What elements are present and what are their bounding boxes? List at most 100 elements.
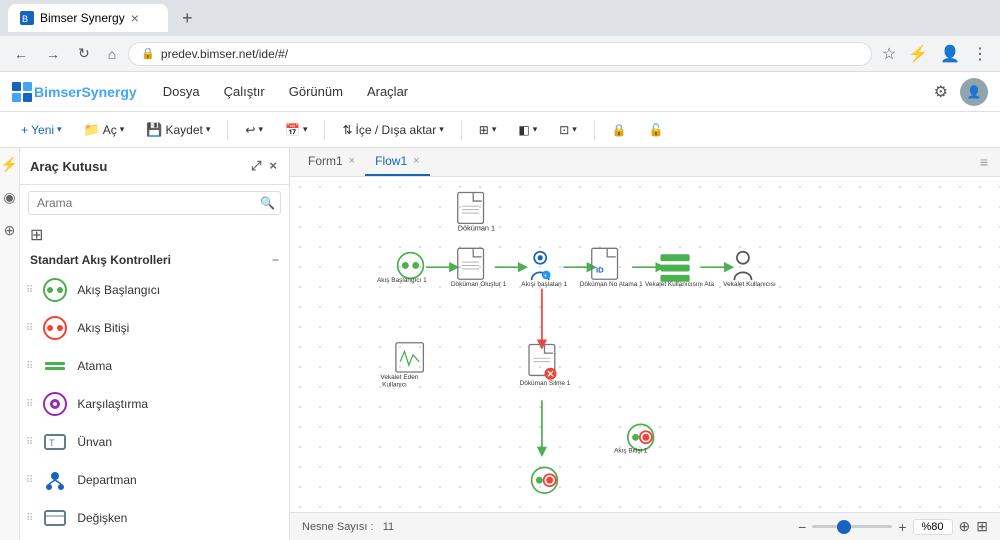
new-tab-btn[interactable]: + (176, 6, 199, 31)
settings-btn[interactable]: ⚙ (930, 78, 952, 106)
tool-panel-header: Araç Kutusu ⤢ × (20, 148, 289, 185)
proxy-assign-node (660, 254, 689, 281)
svg-text:Kullanıcı: Kullanıcı (382, 382, 407, 389)
zoom-slider[interactable] (812, 525, 892, 528)
nav-back-btn[interactable]: ← (8, 42, 34, 66)
schedule-chevron: ▾ (303, 124, 308, 135)
section-toggle[interactable]: ⊞ (20, 221, 289, 249)
menu-dosya[interactable]: Dosya (153, 78, 210, 105)
menu-calistir[interactable]: Çalıştır (214, 78, 275, 105)
open-btn[interactable]: 📁 Aç ▾ (75, 117, 134, 143)
flow-end-1-node (628, 424, 654, 450)
bookmark-btn[interactable]: ☆ (878, 40, 900, 68)
canvas-tabs: Form1 × Flow1 × ≡ (290, 148, 1000, 177)
profile-btn[interactable]: 👤 (936, 40, 964, 68)
proxy-eden-node (396, 343, 423, 372)
tool-item-department[interactable]: ⠿ Departman (20, 461, 289, 499)
address-text: predev.bimser.net/ide/#/ (161, 47, 288, 61)
grid-view-icon: ⊞ (30, 225, 43, 245)
svg-text:Vekalet Eden: Vekalet Eden (380, 374, 418, 381)
zoom-fit-btn[interactable]: ⊕ (959, 518, 971, 535)
side-layer-icon[interactable]: ⊕ (4, 222, 16, 239)
extension-btn[interactable]: ⚡ (904, 40, 932, 68)
tab-form1[interactable]: Form1 × (298, 148, 365, 176)
tool-item-title[interactable]: ⠿ T Ünvan (20, 423, 289, 461)
save-btn[interactable]: 💾 Kaydet ▾ (137, 117, 219, 143)
zoom-input[interactable] (913, 519, 953, 535)
tool-label-flow-start: Akış Başlangıcı (77, 283, 160, 297)
sep4 (594, 120, 595, 140)
more-btn[interactable]: ⋮ (968, 40, 992, 68)
schedule-btn[interactable]: 📅 ▾ (276, 118, 316, 142)
tool-icon-department (41, 466, 69, 494)
tab-form1-label: Form1 (308, 154, 343, 168)
tab-flow1[interactable]: Flow1 × (365, 148, 429, 176)
undo-btn[interactable]: ↩ ▾ (236, 118, 272, 142)
side-nav-icon[interactable]: ◉ (3, 189, 15, 206)
nav-forward-btn[interactable]: → (40, 42, 66, 66)
save-btn-label: Kaydet (166, 123, 203, 137)
main-layout: ⚡ ◉ ⊕ Araç Kutusu ⤢ × 🔍 ⊞ (0, 148, 1000, 540)
menu-gorunum[interactable]: Görünüm (279, 78, 353, 105)
tool-panel-actions: ⤢ × (249, 156, 279, 176)
view-btn[interactable]: ◧ ▾ (509, 118, 546, 142)
zoom-plus-btn[interactable]: + (898, 519, 906, 535)
zoom-grid-btn[interactable]: ⊞ (976, 518, 988, 535)
lock-btn-icon: 🔒 (612, 123, 627, 137)
flow-started-node: + (532, 252, 551, 280)
tool-item-flow-start[interactable]: ⠿ Akış Başlangıcı (20, 271, 289, 309)
proxy-user-node (734, 252, 751, 280)
zoom-minus-btn[interactable]: − (798, 519, 806, 535)
nav-refresh-btn[interactable]: ↻ (72, 41, 96, 66)
search-input[interactable] (28, 191, 281, 215)
menu-araclar[interactable]: Araçlar (357, 78, 418, 105)
browser-chrome: B Bimser Synergy × + (0, 0, 1000, 36)
grid-btn[interactable]: ⊞ ▾ (470, 118, 506, 142)
tool-item-assignment[interactable]: ⠿ Atama (20, 347, 289, 385)
user-avatar[interactable]: 👤 (960, 78, 988, 106)
tool-item-variable[interactable]: ⠿ Değişken (20, 499, 289, 537)
tab-form1-close[interactable]: × (349, 155, 355, 167)
zoom-icons: ⊕ ⊞ (959, 518, 988, 535)
browser-nav: ← → ↻ ⌂ 🔒 predev.bimser.net/ide/#/ ☆ ⚡ 👤… (0, 36, 1000, 72)
svg-text:B: B (22, 14, 28, 24)
collapse-icon[interactable]: − (272, 253, 279, 267)
tool-panel-title: Araç Kutusu (30, 159, 107, 174)
open-btn-label: Aç (103, 123, 117, 137)
new-btn[interactable]: + Yeni ▾ (12, 118, 71, 142)
doc1-node (458, 192, 484, 223)
side-tool-icon[interactable]: ⚡ (1, 156, 18, 173)
tab-flow1-close[interactable]: × (413, 155, 419, 167)
tab-close-btn[interactable]: × (131, 10, 139, 26)
panel-close-icon[interactable]: × (267, 156, 279, 176)
drag-handle: ⠿ (26, 399, 33, 410)
drag-handle: ⠿ (26, 513, 33, 524)
sep2 (324, 120, 325, 140)
panel-expand-icon[interactable]: ⤢ (249, 156, 263, 176)
toolbar: + Yeni ▾ 📁 Aç ▾ 💾 Kaydet ▾ ↩ ▾ 📅 ▾ ⇅ İçe… (0, 112, 1000, 148)
svg-text:Vekalet Kullanıcısını Ata: Vekalet Kullanıcısını Ata (645, 281, 714, 288)
import-export-btn[interactable]: ⇅ İçe / Dışa aktar ▾ (333, 118, 452, 142)
canvas-panel-icon[interactable]: ≡ (980, 154, 992, 170)
tool-icon-flow-start (41, 276, 69, 304)
schedule-icon: 📅 (285, 123, 300, 137)
canvas[interactable]: Döküman 1 Akış Başlangıcı 1 (290, 177, 1000, 512)
svg-text:Döküman 1: Döküman 1 (458, 223, 495, 232)
side-icons: ⚡ ◉ ⊕ (0, 148, 20, 540)
unlock-btn[interactable]: 🔓 (640, 118, 673, 142)
app-header: BimserSynergy Dosya Çalıştır Görünüm Ara… (0, 72, 1000, 112)
section-header[interactable]: Standart Akış Kontrolleri − (20, 249, 289, 271)
import-export-chevron: ▾ (439, 124, 444, 135)
zoom-controls: − + ⊕ ⊞ (798, 518, 988, 535)
lock-btn[interactable]: 🔒 (603, 118, 636, 142)
tool-item-flow-end[interactable]: ⠿ Akış Bitişi (20, 309, 289, 347)
more2-btn[interactable]: ⊡ ▾ (550, 118, 586, 142)
logo-icon (12, 82, 32, 102)
import-export-icon: ⇅ (342, 123, 352, 137)
tool-item-compare[interactable]: ⠿ Karşılaştırma (20, 385, 289, 423)
nav-home-btn[interactable]: ⌂ (102, 42, 122, 66)
browser-tab[interactable]: B Bimser Synergy × (8, 4, 168, 32)
drag-handle: ⠿ (26, 323, 33, 334)
svg-text:T: T (49, 438, 55, 448)
address-bar[interactable]: 🔒 predev.bimser.net/ide/#/ (128, 42, 872, 66)
